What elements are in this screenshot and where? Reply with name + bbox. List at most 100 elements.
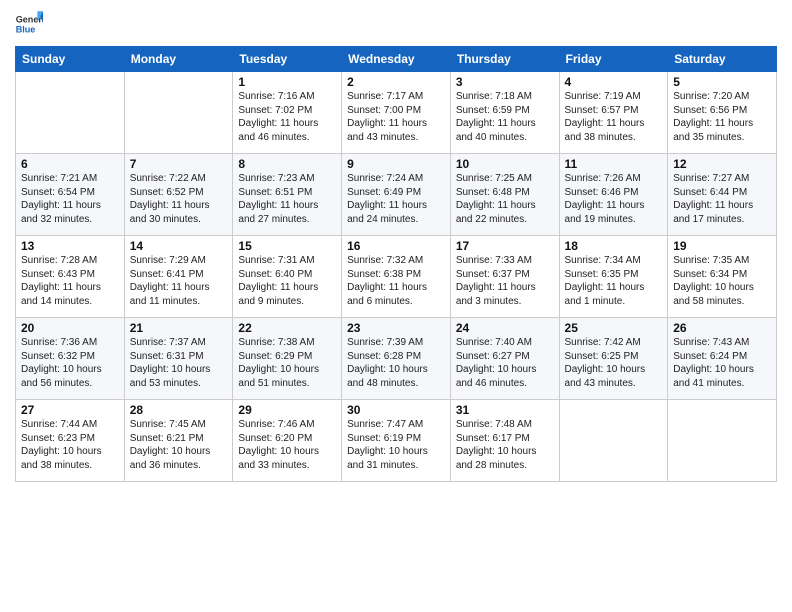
day-number: 29 [238,403,336,417]
day-number: 18 [565,239,663,253]
calendar-cell: 26Sunrise: 7:43 AMSunset: 6:24 PMDayligh… [668,318,777,400]
calendar-week-row: 1Sunrise: 7:16 AMSunset: 7:02 PMDaylight… [16,72,777,154]
day-info: Sunrise: 7:31 AMSunset: 6:40 PMDaylight:… [238,254,336,308]
logo-icon: General Blue [15,10,43,38]
day-of-week-header: Sunday [16,47,125,72]
calendar-cell: 16Sunrise: 7:32 AMSunset: 6:38 PMDayligh… [342,236,451,318]
day-info: Sunrise: 7:27 AMSunset: 6:44 PMDaylight:… [673,172,771,226]
day-info: Sunrise: 7:29 AMSunset: 6:41 PMDaylight:… [130,254,228,308]
day-number: 11 [565,157,663,171]
calendar-week-row: 20Sunrise: 7:36 AMSunset: 6:32 PMDayligh… [16,318,777,400]
day-info: Sunrise: 7:18 AMSunset: 6:59 PMDaylight:… [456,90,554,144]
day-number: 7 [130,157,228,171]
calendar-cell [124,72,233,154]
calendar-cell: 20Sunrise: 7:36 AMSunset: 6:32 PMDayligh… [16,318,125,400]
calendar-cell: 14Sunrise: 7:29 AMSunset: 6:41 PMDayligh… [124,236,233,318]
calendar-cell: 10Sunrise: 7:25 AMSunset: 6:48 PMDayligh… [450,154,559,236]
day-number: 13 [21,239,119,253]
day-number: 23 [347,321,445,335]
calendar-cell: 7Sunrise: 7:22 AMSunset: 6:52 PMDaylight… [124,154,233,236]
day-info: Sunrise: 7:43 AMSunset: 6:24 PMDaylight:… [673,336,771,390]
day-info: Sunrise: 7:33 AMSunset: 6:37 PMDaylight:… [456,254,554,308]
day-number: 22 [238,321,336,335]
day-info: Sunrise: 7:16 AMSunset: 7:02 PMDaylight:… [238,90,336,144]
day-info: Sunrise: 7:46 AMSunset: 6:20 PMDaylight:… [238,418,336,472]
day-number: 25 [565,321,663,335]
day-info: Sunrise: 7:39 AMSunset: 6:28 PMDaylight:… [347,336,445,390]
day-number: 27 [21,403,119,417]
day-info: Sunrise: 7:25 AMSunset: 6:48 PMDaylight:… [456,172,554,226]
logo: General Blue [15,10,43,38]
day-info: Sunrise: 7:45 AMSunset: 6:21 PMDaylight:… [130,418,228,472]
calendar-cell: 25Sunrise: 7:42 AMSunset: 6:25 PMDayligh… [559,318,668,400]
calendar-cell: 21Sunrise: 7:37 AMSunset: 6:31 PMDayligh… [124,318,233,400]
day-number: 24 [456,321,554,335]
day-info: Sunrise: 7:37 AMSunset: 6:31 PMDaylight:… [130,336,228,390]
calendar-cell: 31Sunrise: 7:48 AMSunset: 6:17 PMDayligh… [450,400,559,482]
calendar-cell: 8Sunrise: 7:23 AMSunset: 6:51 PMDaylight… [233,154,342,236]
calendar-cell: 29Sunrise: 7:46 AMSunset: 6:20 PMDayligh… [233,400,342,482]
calendar-cell: 12Sunrise: 7:27 AMSunset: 6:44 PMDayligh… [668,154,777,236]
day-number: 28 [130,403,228,417]
calendar-cell: 11Sunrise: 7:26 AMSunset: 6:46 PMDayligh… [559,154,668,236]
day-of-week-header: Saturday [668,47,777,72]
day-number: 8 [238,157,336,171]
day-info: Sunrise: 7:34 AMSunset: 6:35 PMDaylight:… [565,254,663,308]
day-info: Sunrise: 7:24 AMSunset: 6:49 PMDaylight:… [347,172,445,226]
day-info: Sunrise: 7:40 AMSunset: 6:27 PMDaylight:… [456,336,554,390]
day-of-week-header: Friday [559,47,668,72]
day-of-week-header: Tuesday [233,47,342,72]
svg-text:Blue: Blue [16,24,36,34]
calendar-cell: 1Sunrise: 7:16 AMSunset: 7:02 PMDaylight… [233,72,342,154]
calendar-cell [559,400,668,482]
day-info: Sunrise: 7:38 AMSunset: 6:29 PMDaylight:… [238,336,336,390]
day-number: 3 [456,75,554,89]
day-of-week-header: Thursday [450,47,559,72]
day-number: 6 [21,157,119,171]
day-info: Sunrise: 7:17 AMSunset: 7:00 PMDaylight:… [347,90,445,144]
day-info: Sunrise: 7:35 AMSunset: 6:34 PMDaylight:… [673,254,771,308]
day-info: Sunrise: 7:47 AMSunset: 6:19 PMDaylight:… [347,418,445,472]
calendar-cell: 13Sunrise: 7:28 AMSunset: 6:43 PMDayligh… [16,236,125,318]
calendar-cell: 27Sunrise: 7:44 AMSunset: 6:23 PMDayligh… [16,400,125,482]
calendar-cell: 22Sunrise: 7:38 AMSunset: 6:29 PMDayligh… [233,318,342,400]
day-info: Sunrise: 7:48 AMSunset: 6:17 PMDaylight:… [456,418,554,472]
day-info: Sunrise: 7:20 AMSunset: 6:56 PMDaylight:… [673,90,771,144]
day-info: Sunrise: 7:32 AMSunset: 6:38 PMDaylight:… [347,254,445,308]
day-of-week-header: Wednesday [342,47,451,72]
header: General Blue [15,10,777,38]
day-number: 16 [347,239,445,253]
day-info: Sunrise: 7:44 AMSunset: 6:23 PMDaylight:… [21,418,119,472]
calendar-week-row: 13Sunrise: 7:28 AMSunset: 6:43 PMDayligh… [16,236,777,318]
calendar-header-row: SundayMondayTuesdayWednesdayThursdayFrid… [16,47,777,72]
day-number: 4 [565,75,663,89]
day-info: Sunrise: 7:23 AMSunset: 6:51 PMDaylight:… [238,172,336,226]
day-number: 5 [673,75,771,89]
day-number: 21 [130,321,228,335]
day-info: Sunrise: 7:36 AMSunset: 6:32 PMDaylight:… [21,336,119,390]
day-info: Sunrise: 7:22 AMSunset: 6:52 PMDaylight:… [130,172,228,226]
calendar-cell: 6Sunrise: 7:21 AMSunset: 6:54 PMDaylight… [16,154,125,236]
calendar-cell: 28Sunrise: 7:45 AMSunset: 6:21 PMDayligh… [124,400,233,482]
day-info: Sunrise: 7:42 AMSunset: 6:25 PMDaylight:… [565,336,663,390]
calendar-table: SundayMondayTuesdayWednesdayThursdayFrid… [15,46,777,482]
day-of-week-header: Monday [124,47,233,72]
day-number: 9 [347,157,445,171]
calendar-cell: 18Sunrise: 7:34 AMSunset: 6:35 PMDayligh… [559,236,668,318]
day-number: 26 [673,321,771,335]
calendar-cell: 2Sunrise: 7:17 AMSunset: 7:00 PMDaylight… [342,72,451,154]
day-number: 31 [456,403,554,417]
calendar-cell: 30Sunrise: 7:47 AMSunset: 6:19 PMDayligh… [342,400,451,482]
calendar-cell: 9Sunrise: 7:24 AMSunset: 6:49 PMDaylight… [342,154,451,236]
calendar-cell: 3Sunrise: 7:18 AMSunset: 6:59 PMDaylight… [450,72,559,154]
day-info: Sunrise: 7:28 AMSunset: 6:43 PMDaylight:… [21,254,119,308]
day-number: 10 [456,157,554,171]
calendar-week-row: 6Sunrise: 7:21 AMSunset: 6:54 PMDaylight… [16,154,777,236]
calendar-cell: 5Sunrise: 7:20 AMSunset: 6:56 PMDaylight… [668,72,777,154]
day-number: 17 [456,239,554,253]
calendar-week-row: 27Sunrise: 7:44 AMSunset: 6:23 PMDayligh… [16,400,777,482]
day-number: 15 [238,239,336,253]
day-number: 30 [347,403,445,417]
calendar-cell: 4Sunrise: 7:19 AMSunset: 6:57 PMDaylight… [559,72,668,154]
calendar-cell: 17Sunrise: 7:33 AMSunset: 6:37 PMDayligh… [450,236,559,318]
